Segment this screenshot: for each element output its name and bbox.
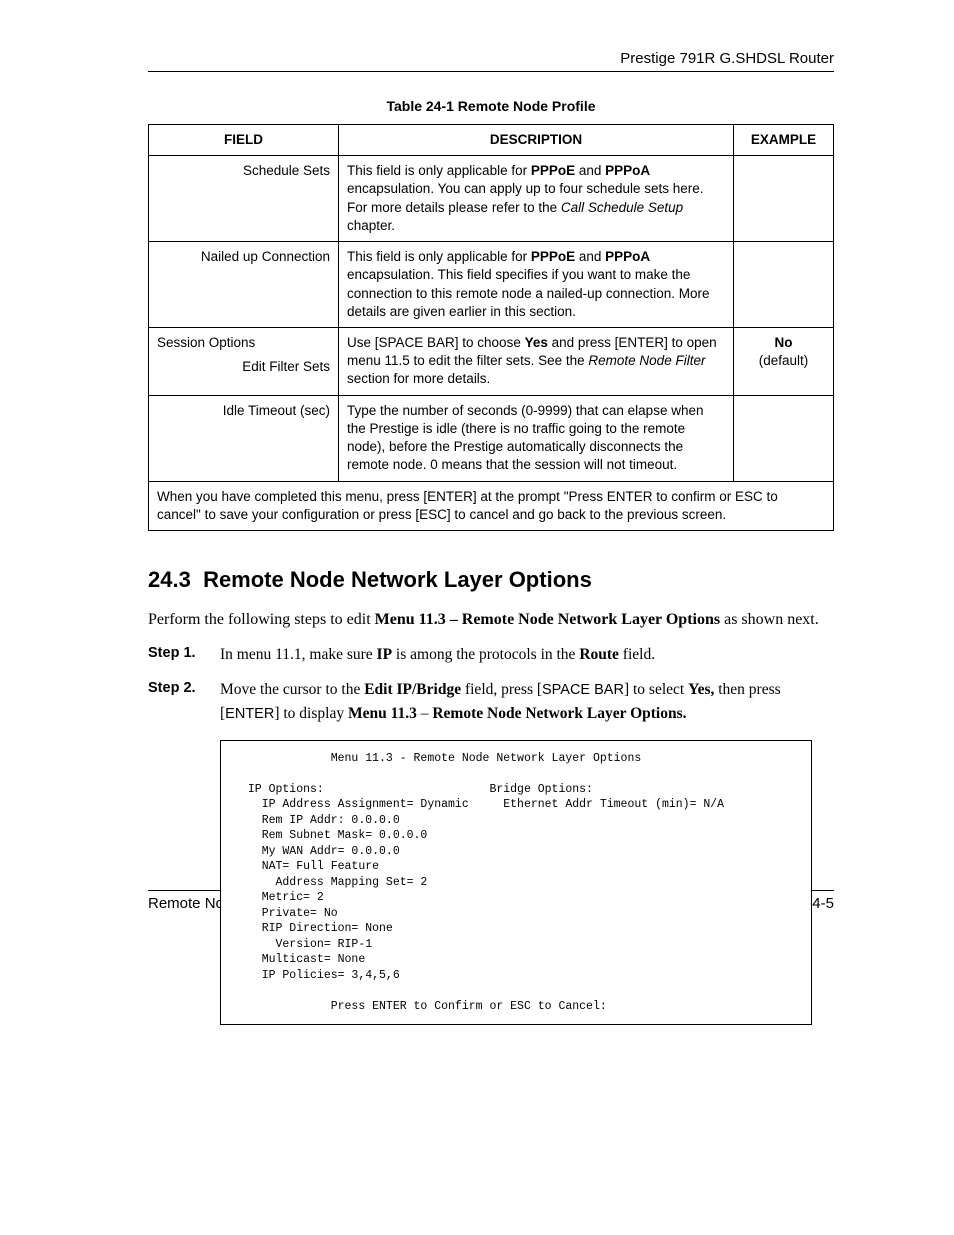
field-cell: Idle Timeout (sec) xyxy=(149,395,339,481)
section-title: Remote Node Network Layer Options xyxy=(203,567,592,592)
step-label: Step 1. xyxy=(148,643,220,666)
step-text: Move the cursor to the Edit IP/Bridge fi… xyxy=(220,678,834,726)
table-row: Session Options Edit Filter Sets Use [SP… xyxy=(149,327,834,395)
step-text: In menu 11.1, make sure IP is among the … xyxy=(220,643,834,666)
session-options-label: Session Options xyxy=(157,334,330,352)
example-cell xyxy=(734,395,834,481)
menu-11-3-box: Menu 11.3 - Remote Node Network Layer Op… xyxy=(220,740,812,1026)
th-description: DESCRIPTION xyxy=(339,125,734,156)
example-main: No xyxy=(775,335,793,350)
example-cell xyxy=(734,156,834,242)
desc-cell: Use [SPACE BAR] to choose Yes and press … xyxy=(339,327,734,395)
step-label: Step 2. xyxy=(148,678,220,726)
example-sub: (default) xyxy=(759,353,809,368)
field-cell: Session Options Edit Filter Sets xyxy=(149,327,339,395)
footer-left: Remote No xyxy=(148,895,224,912)
table-footer-text: When you have completed this menu, press… xyxy=(149,481,834,530)
th-example: EXAMPLE xyxy=(734,125,834,156)
example-cell xyxy=(734,242,834,328)
section-number: 24.3 xyxy=(148,567,191,592)
table-caption: Table 24-1 Remote Node Profile xyxy=(148,98,834,114)
table-row: Nailed up Connection This field is only … xyxy=(149,242,834,328)
step-2: Step 2. Move the cursor to the Edit IP/B… xyxy=(148,678,834,726)
section-heading: 24.3 Remote Node Network Layer Options xyxy=(148,567,834,593)
field-cell: Schedule Sets xyxy=(149,156,339,242)
edit-filter-sets-label: Edit Filter Sets xyxy=(157,358,330,376)
page-header: Prestige 791R G.SHDSL Router xyxy=(148,50,834,72)
example-cell: No (default) xyxy=(734,327,834,395)
section-intro: Perform the following steps to edit Menu… xyxy=(148,611,834,629)
th-field: FIELD xyxy=(149,125,339,156)
table-row: Schedule Sets This field is only applica… xyxy=(149,156,834,242)
field-cell: Nailed up Connection xyxy=(149,242,339,328)
desc-cell: This field is only applicable for PPPoE … xyxy=(339,242,734,328)
steps-list: Step 1. In menu 11.1, make sure IP is am… xyxy=(148,643,834,726)
desc-cell: This field is only applicable for PPPoE … xyxy=(339,156,734,242)
step-1: Step 1. In menu 11.1, make sure IP is am… xyxy=(148,643,834,666)
remote-node-profile-table: FIELD DESCRIPTION EXAMPLE Schedule Sets … xyxy=(148,124,834,531)
table-footer-row: When you have completed this menu, press… xyxy=(149,481,834,530)
table-row: Idle Timeout (sec) Type the number of se… xyxy=(149,395,834,481)
header-title: Prestige 791R G.SHDSL Router xyxy=(620,50,834,67)
desc-cell: Type the number of seconds (0-9999) that… xyxy=(339,395,734,481)
